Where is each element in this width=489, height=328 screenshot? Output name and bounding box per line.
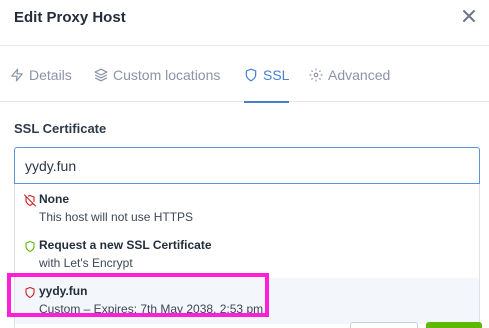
tab-advanced-label: Advanced: [328, 66, 391, 83]
tab-details-label: Details: [29, 66, 72, 83]
ssl-certificate-label: SSL Certificate: [14, 121, 107, 136]
ssl-option-request-new[interactable]: Request a new SSL Certificate with Let's…: [15, 232, 479, 278]
shield-icon: [25, 240, 35, 253]
modal-title: Edit Proxy Host: [14, 9, 126, 26]
close-button[interactable]: [459, 6, 479, 26]
tab-ssl-label: SSL: [263, 66, 290, 83]
ssl-option-yydy-fun-title: yydy.fun: [39, 284, 88, 298]
shield-icon: [245, 68, 257, 81]
ssl-option-request-new-subtitle: with Let's Encrypt: [39, 256, 133, 270]
modal-header: Edit Proxy Host: [0, 0, 489, 46]
tab-custom-locations-label: Custom locations: [113, 66, 221, 83]
ssl-option-none[interactable]: None This host will not use HTTPS: [15, 186, 479, 232]
tab-advanced[interactable]: Advanced: [309, 47, 390, 102]
shield-off-icon: [24, 194, 36, 207]
ssl-certificate-value: yydy.fun: [25, 157, 77, 174]
tab-ssl[interactable]: SSL: [244, 47, 290, 103]
active-tab-indicator: [244, 101, 290, 103]
ssl-option-yydy-fun[interactable]: yydy.fun Custom – Expires: 7th May 2038,…: [15, 278, 479, 324]
ssl-certificate-dropdown: None This host will not use HTTPS Reques…: [14, 184, 480, 328]
tab-details[interactable]: Details: [10, 47, 72, 102]
ssl-option-none-title: None: [39, 192, 69, 206]
shield-icon: [25, 286, 35, 299]
save-button[interactable]: [426, 322, 482, 328]
ssl-option-yydy-fun-subtitle: Custom – Expires: 7th May 2038, 2:53 pm: [39, 302, 264, 316]
cancel-button[interactable]: [350, 322, 418, 328]
close-icon: [463, 10, 475, 22]
ssl-option-none-subtitle: This host will not use HTTPS: [39, 210, 194, 224]
zap-icon: [11, 68, 23, 81]
tab-custom-locations[interactable]: Custom locations: [94, 47, 220, 102]
layers-icon: [94, 68, 108, 81]
ssl-option-request-new-title: Request a new SSL Certificate: [39, 238, 212, 252]
ssl-certificate-select[interactable]: yydy.fun: [14, 147, 480, 184]
settings-icon: [309, 68, 323, 81]
tab-bar: Details Custom locations SSL Advanced: [0, 47, 489, 103]
